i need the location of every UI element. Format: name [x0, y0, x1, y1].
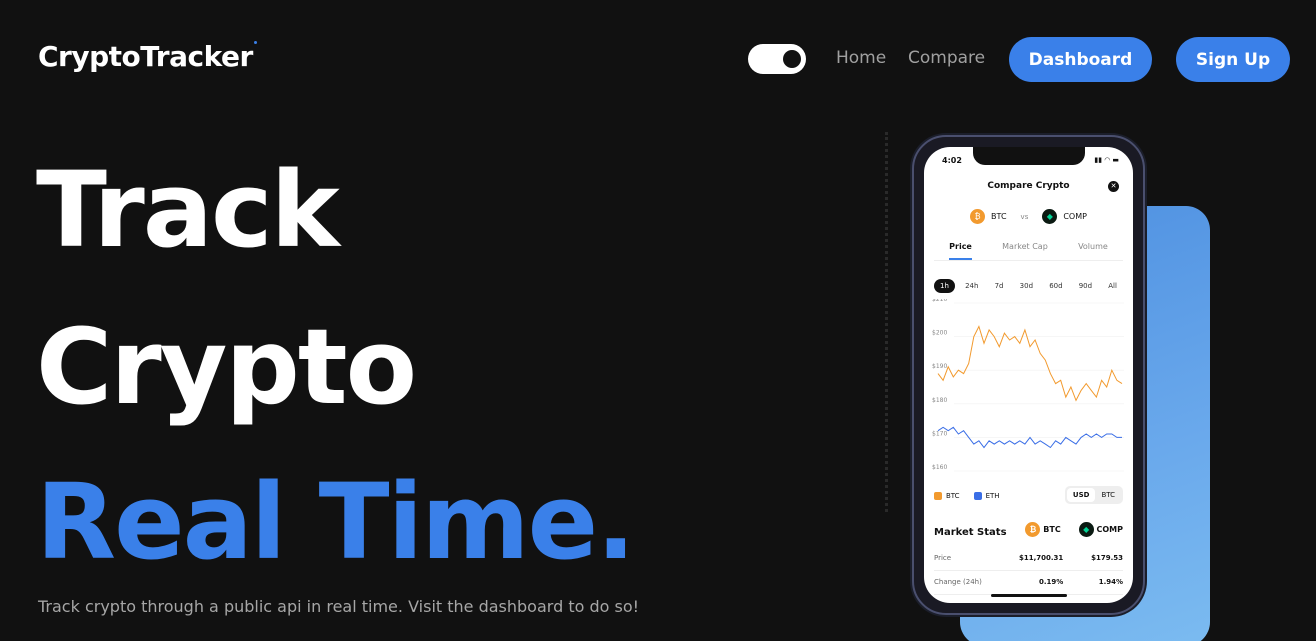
dashboard-button[interactable]: Dashboard: [1009, 37, 1152, 82]
toggle-knob: [783, 50, 801, 68]
status-icons: ▮▮ ◠ ▬: [1094, 156, 1119, 164]
y-tick-label: $210: [932, 299, 947, 303]
phone-screen: 4:02 ▮▮ ◠ ▬ Compare Crypto ✕ ₿ BTC vs ◆ …: [924, 147, 1133, 603]
phone-notch: [972, 147, 1085, 165]
hero-line-realtime: Real Time.: [36, 461, 636, 583]
y-tick-label: $190: [932, 363, 947, 370]
logo-text: CryptoTracker: [38, 40, 253, 73]
y-tick-label: $170: [932, 430, 947, 437]
stat-label: Change (24h): [934, 578, 982, 586]
chart-tabs: Price Market Cap Volume: [934, 239, 1123, 261]
series-line-btc: [937, 325, 1123, 402]
range-1h[interactable]: 1h: [934, 279, 955, 293]
range-60d[interactable]: 60d: [1043, 279, 1068, 293]
stat-label: Price: [934, 554, 952, 562]
currency-toggle: USD BTC: [1064, 486, 1123, 504]
theme-toggle[interactable]: [748, 44, 806, 74]
range-24h[interactable]: 24h: [959, 279, 984, 293]
eth-checkbox[interactable]: [973, 492, 982, 500]
stat-btc: 0.19%: [1039, 578, 1064, 586]
coin-selector: ₿ BTC vs ◆ COMP: [924, 209, 1133, 224]
stat-comp: $179.53: [1091, 554, 1123, 562]
compare-title: Compare Crypto: [987, 181, 1070, 191]
tab-volume[interactable]: Volume: [1078, 239, 1108, 260]
chart-legend: BTC ETH: [934, 492, 1000, 500]
comp-icon: ◆: [1042, 209, 1058, 224]
phone-mockup: 4:02 ▮▮ ◠ ▬ Compare Crypto ✕ ₿ BTC vs ◆ …: [912, 135, 1145, 615]
vs-label: vs: [1020, 212, 1029, 221]
y-tick-label: $200: [932, 330, 947, 337]
hero-line-crypto: Crypto: [36, 306, 417, 428]
currency-btc[interactable]: BTC: [1095, 488, 1121, 502]
hero-line-track: Track: [36, 149, 340, 271]
home-indicator: [990, 594, 1067, 597]
status-time: 4:02: [942, 156, 962, 165]
y-tick-label: $160: [932, 464, 947, 471]
stat-row: Price $11,700.31 $179.53: [934, 554, 1123, 571]
hero-subtitle: Track crypto through a public api in rea…: [38, 597, 640, 616]
y-tick-label: $180: [932, 397, 947, 404]
stats-btc-label: BTC: [1043, 525, 1061, 534]
comp-icon: ◆: [1078, 522, 1094, 537]
currency-usd[interactable]: USD: [1066, 488, 1096, 502]
btc-icon: ₿: [970, 209, 986, 224]
range-all[interactable]: All: [1102, 279, 1123, 293]
price-chart: $210 $200 $190 $180 $170 $160: [932, 299, 1124, 472]
range-30d[interactable]: 30d: [1014, 279, 1039, 293]
legend-btc: BTC: [946, 492, 960, 500]
market-stats-title: Market Stats: [934, 527, 1007, 538]
logo[interactable]: CryptoTracker: [38, 40, 257, 73]
btc-icon: ₿: [1025, 522, 1041, 537]
close-icon[interactable]: ✕: [1108, 181, 1119, 192]
stats-header: ₿ BTC ◆ COMP: [1025, 522, 1123, 537]
dotted-divider: [885, 132, 888, 512]
stat-btc: $11,700.31: [1019, 554, 1064, 562]
coin2-label[interactable]: COMP: [1063, 212, 1087, 221]
stat-row: Change (24h) 0.19% 1.94%: [934, 578, 1123, 595]
logo-dot: [253, 41, 257, 44]
coin1-label[interactable]: BTC: [991, 212, 1007, 221]
stat-comp: 1.94%: [1098, 578, 1123, 586]
signup-button[interactable]: Sign Up: [1176, 37, 1290, 82]
range-selector: 1h 24h 7d 30d 60d 90d All: [934, 279, 1123, 293]
nav-compare-link[interactable]: Compare: [908, 48, 985, 68]
range-7d[interactable]: 7d: [989, 279, 1010, 293]
tab-market-cap[interactable]: Market Cap: [1002, 239, 1048, 260]
legend-eth: ETH: [985, 492, 1000, 500]
stats-comp-label: COMP: [1096, 525, 1124, 534]
range-90d[interactable]: 90d: [1073, 279, 1098, 293]
btc-checkbox[interactable]: [934, 492, 942, 500]
tab-price[interactable]: Price: [949, 239, 972, 260]
nav-home-link[interactable]: Home: [836, 48, 886, 68]
